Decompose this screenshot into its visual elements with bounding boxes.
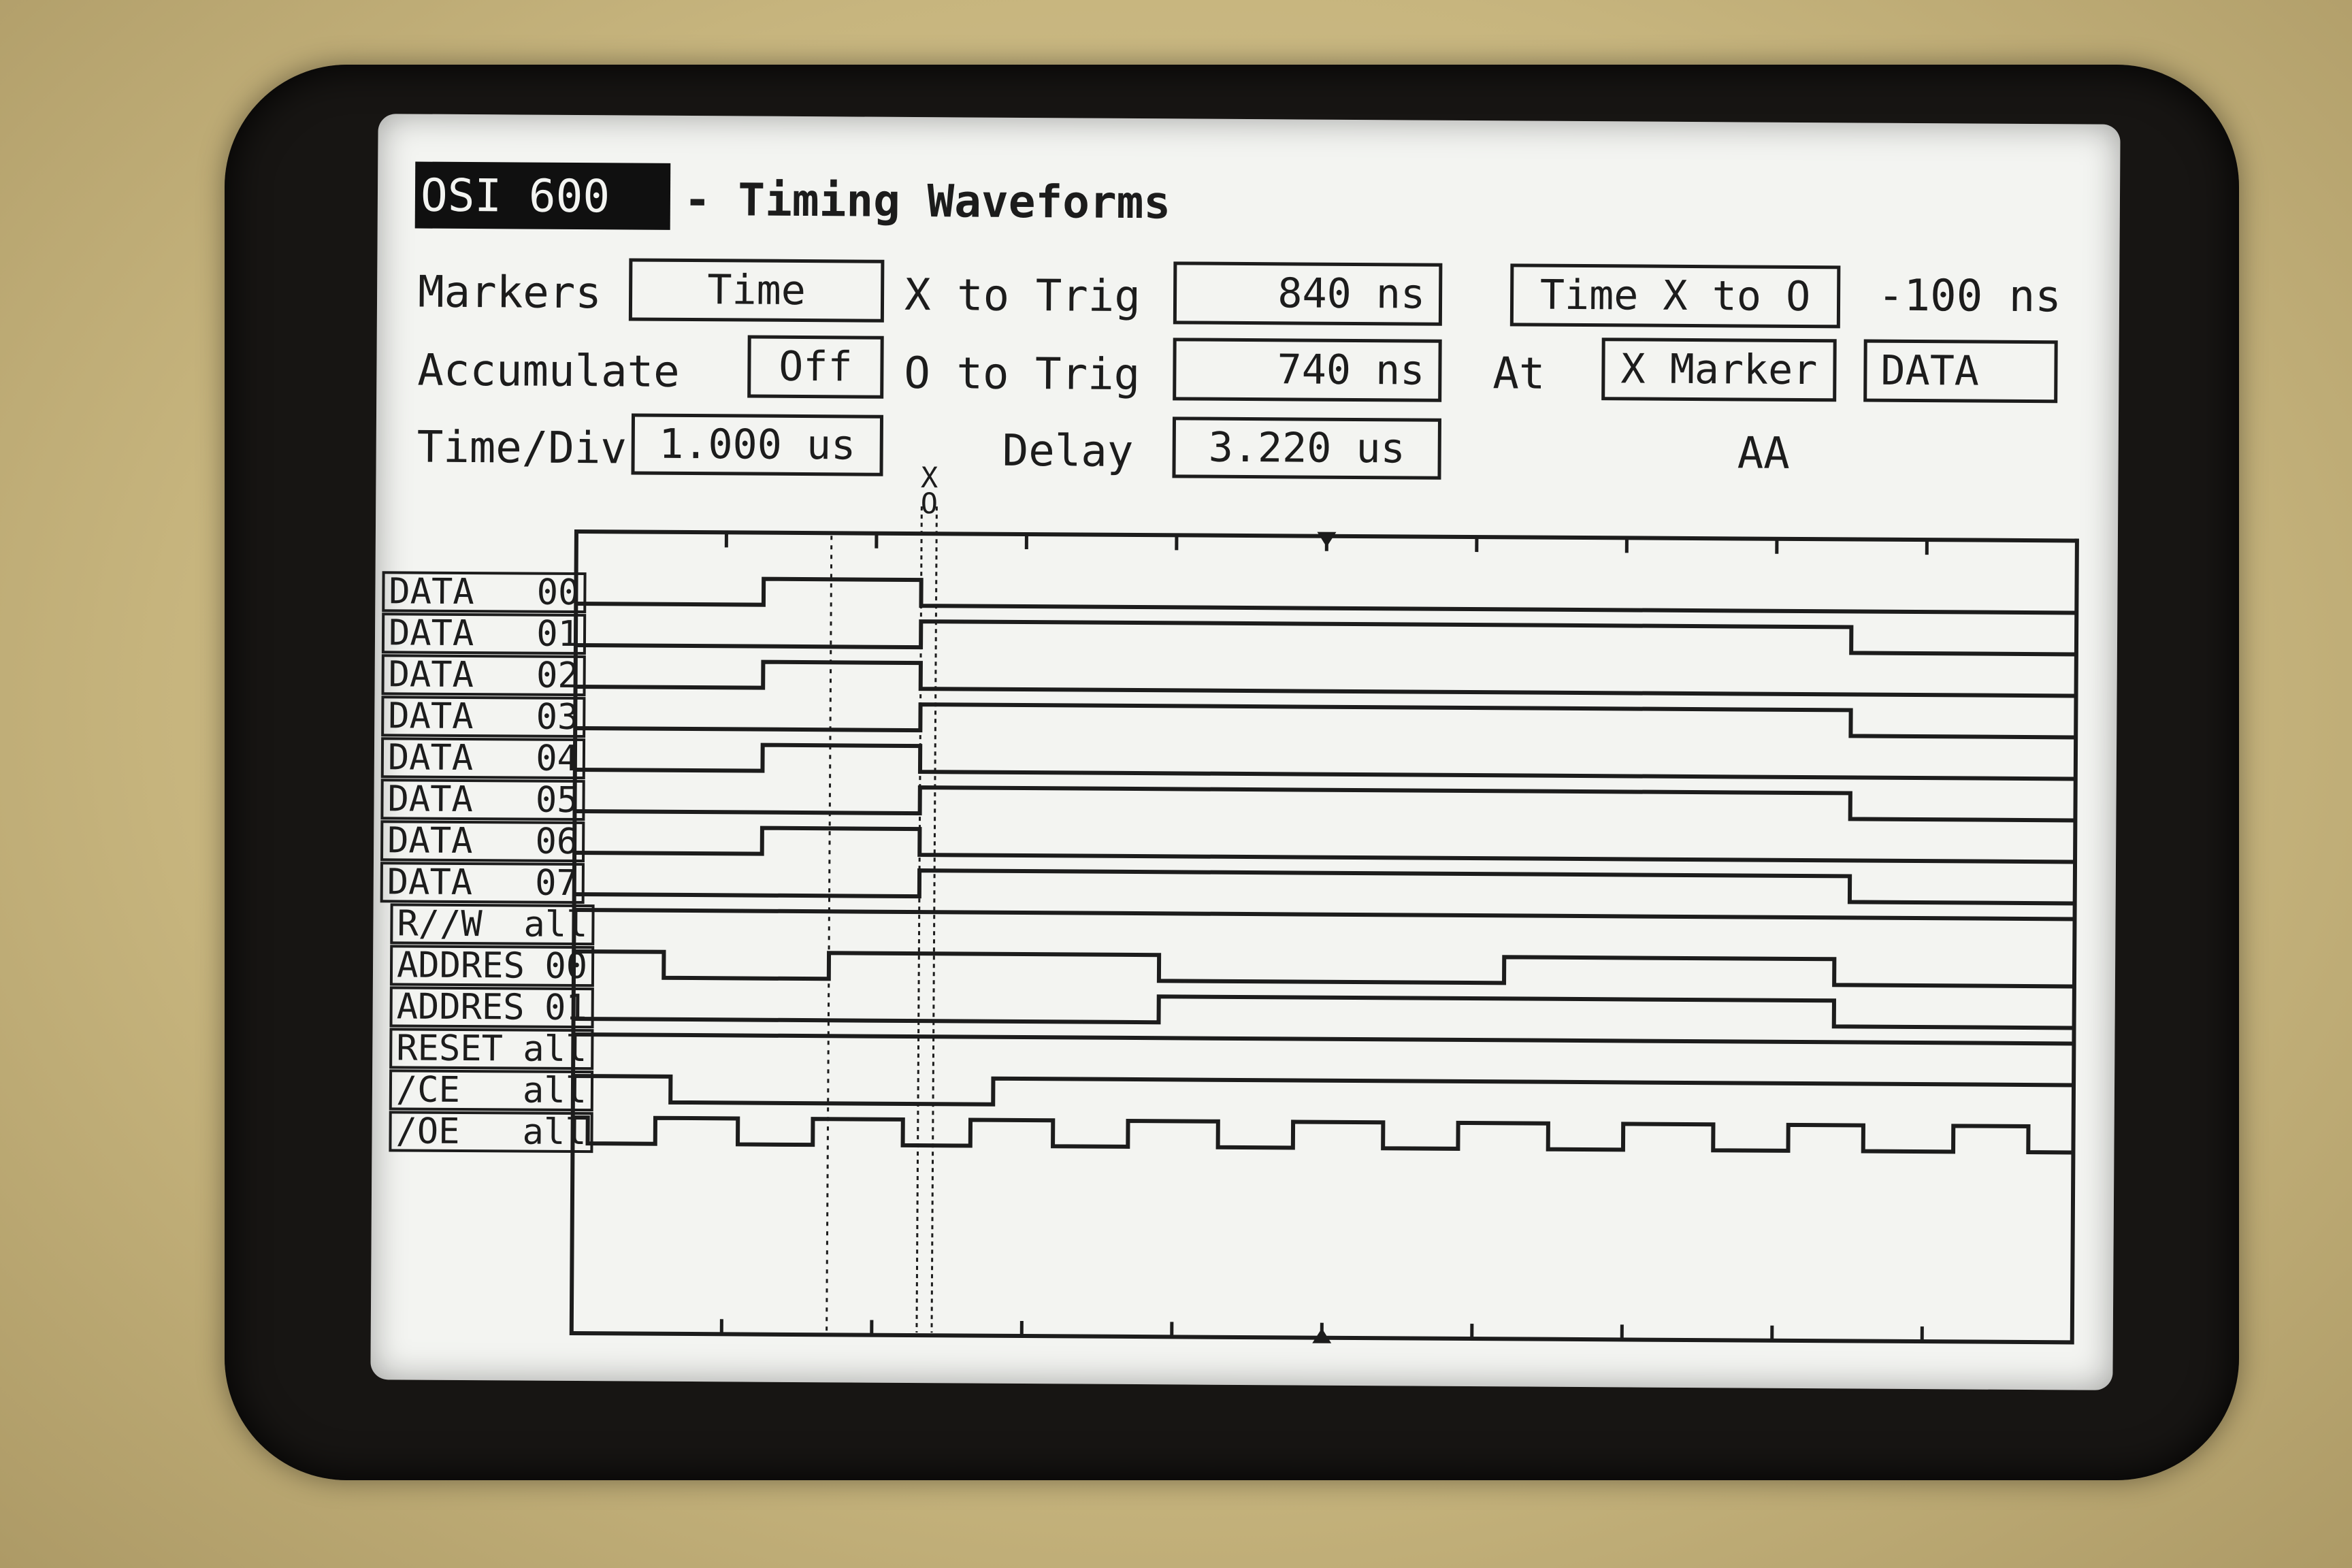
- waveform-trace: [574, 949, 2074, 989]
- waveform-trace: [574, 826, 2076, 864]
- cursor-line: [826, 536, 833, 1333]
- waveform-trace: [574, 868, 2075, 906]
- timing-waveform-display: XO: [569, 461, 2079, 1345]
- waveform-trace: [573, 994, 2074, 1030]
- waveform-trace: [572, 1115, 2074, 1155]
- waveform-trace: [573, 1032, 2074, 1046]
- waveform-trace: [575, 702, 2076, 740]
- waveform-trace: [575, 619, 2076, 657]
- waveform-trace: [575, 659, 2076, 698]
- crt-screen: OSI 600 - Timing Waveforms Markers Time …: [370, 114, 2121, 1390]
- waveform-trace: [573, 1073, 2074, 1107]
- x-marker-line: [930, 506, 938, 1333]
- waveform-trace: [574, 907, 2075, 921]
- waveform-trace: [574, 742, 2076, 781]
- waveform-trace: [576, 576, 2077, 615]
- o-marker-label: O: [921, 487, 938, 520]
- waveform-trace: [574, 785, 2076, 823]
- trigger-top-arrow: [1317, 532, 1337, 547]
